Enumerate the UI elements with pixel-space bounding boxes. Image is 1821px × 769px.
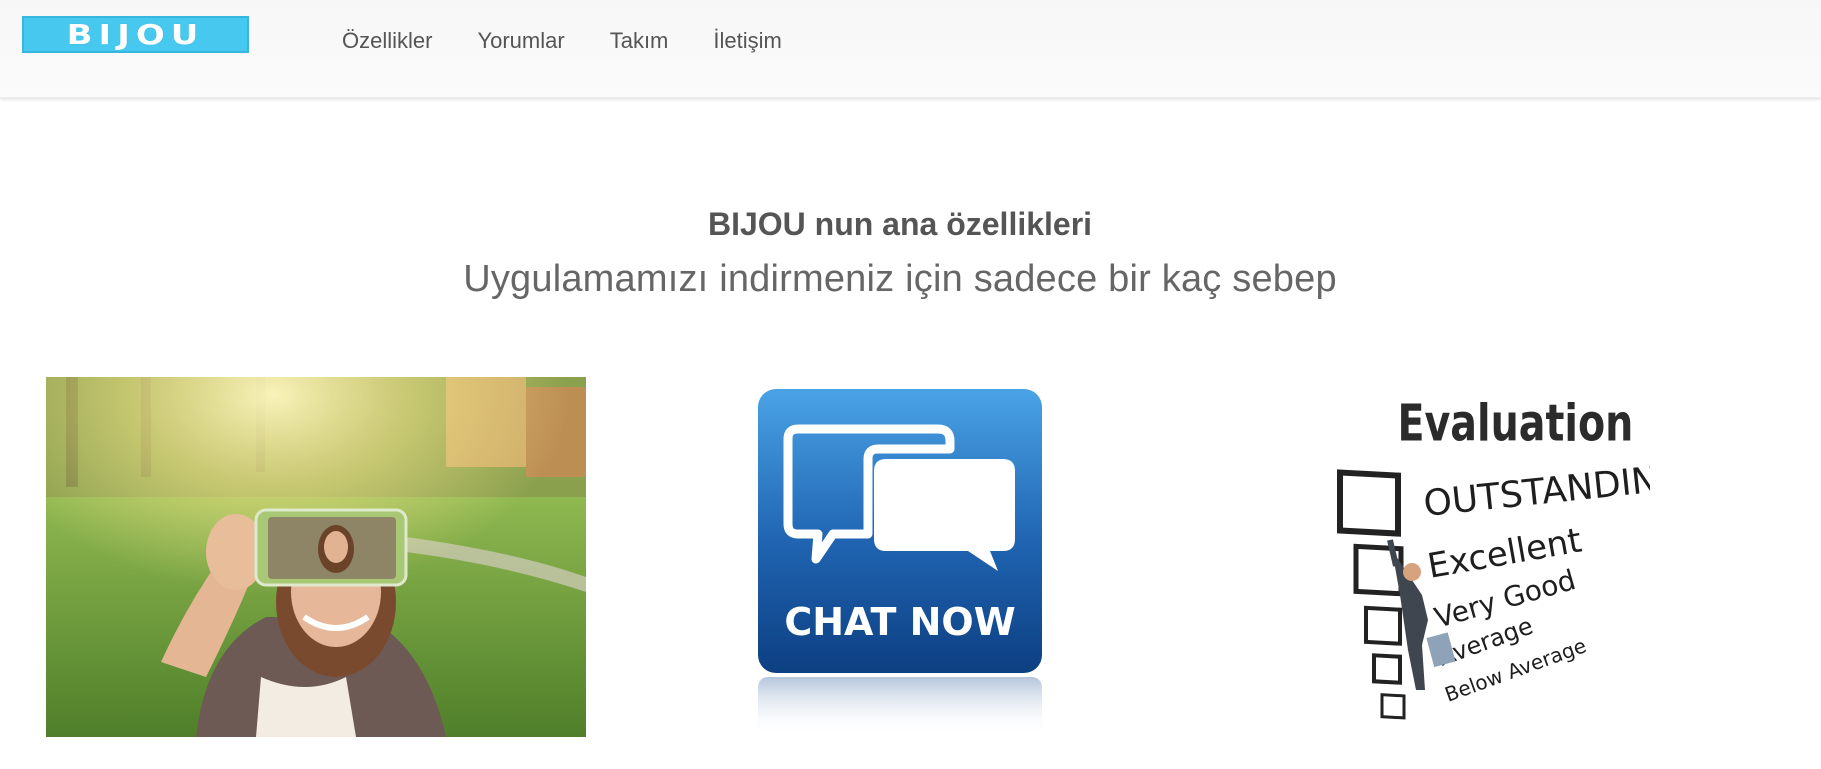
nav-link-iletisim[interactable]: İletişim [713,26,781,56]
navbar: BIJOU Özellikler Yorumlar Takım İletişim [0,0,1821,98]
evaluation-image: Evaluation OUTSTANDING Excellent Very Go… [1330,390,1688,730]
selfie-photo [46,377,586,737]
nav-link-ozellikler[interactable]: Özellikler [342,26,432,56]
chat-now-image: CHAT NOW [758,389,1042,744]
brand-logo-text: BIJOU [66,18,205,51]
brand-logo[interactable]: BIJOU [22,16,249,53]
nav-links: Özellikler Yorumlar Takım İletişim [342,26,827,56]
nav-link-yorumlar[interactable]: Yorumlar [477,26,564,56]
features-subtitle: Uygulamamızı indirmeniz için sadece bir … [463,258,1337,300]
evaluation-title: Evaluation [1397,394,1633,453]
chat-now-text: CHAT NOW [784,600,1015,644]
features-title: BIJOU nun ana özellikleri [707,206,1093,242]
nav-link-takim[interactable]: Takım [610,26,669,56]
evaluation-option-outstanding: OUTSTANDING [1422,457,1650,525]
